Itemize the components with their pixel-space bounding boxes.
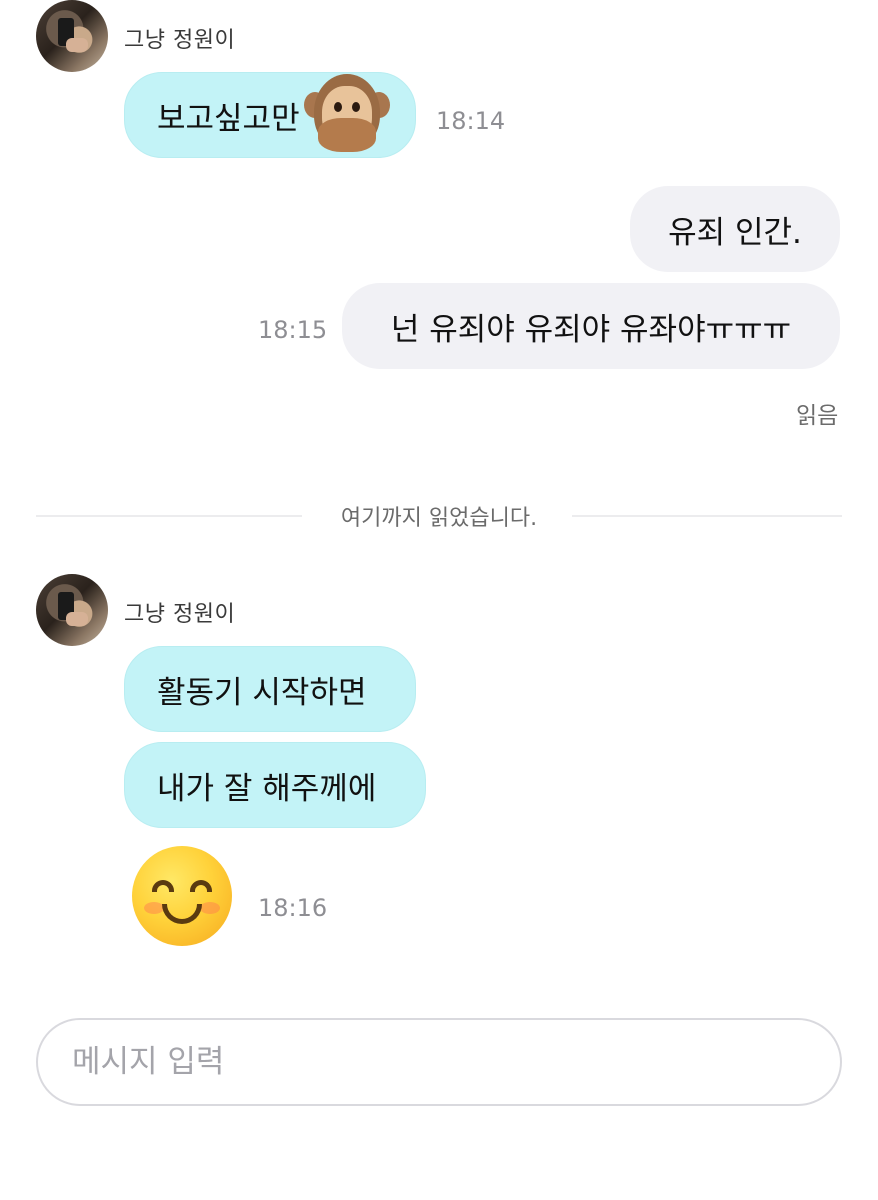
smiling-face-icon[interactable] bbox=[132, 846, 232, 946]
sender-avatar[interactable] bbox=[36, 0, 108, 72]
see-no-evil-monkey-icon bbox=[303, 72, 390, 158]
message-bubble[interactable]: 활동기 시작하면 bbox=[124, 646, 416, 732]
message-bubble[interactable]: 내가 잘 해주께에 bbox=[124, 742, 426, 828]
read-status: 읽음 bbox=[796, 403, 839, 429]
message-time: 18:16 bbox=[258, 894, 328, 922]
divider-line bbox=[36, 515, 302, 517]
chat-screen: 그냥 정원이 보고싶고만 18:14 유죄 인간. 18:15 넌 유죄야 유죄… bbox=[0, 0, 878, 1200]
message-input[interactable] bbox=[72, 1044, 806, 1080]
message-time: 18:15 bbox=[258, 316, 328, 344]
message-text: 넌 유죄야 유죄야 유좌야ㅠㅠㅠ bbox=[390, 311, 792, 348]
message-bubble[interactable]: 보고싶고만 bbox=[124, 72, 416, 158]
sender-name: 그냥 정원이 bbox=[124, 602, 236, 627]
message-text: 유죄 인간. bbox=[668, 214, 802, 251]
message-input-container[interactable] bbox=[36, 1018, 842, 1106]
message-bubble[interactable]: 넌 유죄야 유죄야 유좌야ㅠㅠㅠ bbox=[342, 283, 840, 369]
sender-name: 그냥 정원이 bbox=[124, 28, 236, 53]
read-divider-label: 여기까지 읽었습니다. bbox=[340, 506, 538, 531]
message-bubble[interactable]: 유죄 인간. bbox=[630, 186, 840, 272]
sender-avatar[interactable] bbox=[36, 574, 108, 646]
message-text: 활동기 시작하면 bbox=[157, 674, 367, 711]
message-text: 보고싶고만 bbox=[157, 100, 300, 137]
message-text: 내가 잘 해주께에 bbox=[157, 770, 377, 807]
divider-line bbox=[572, 515, 842, 517]
message-time: 18:14 bbox=[436, 107, 506, 135]
